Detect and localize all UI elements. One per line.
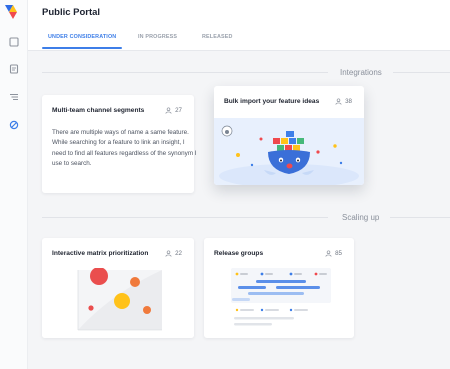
vote-number: 85: [335, 250, 342, 257]
productboard-logo-icon[interactable]: [5, 5, 21, 19]
whale-container-ship-illustration: [214, 118, 364, 185]
whale-illustration-svg: [219, 125, 359, 185]
bubble-matrix-svg: [77, 268, 162, 331]
section-label-integrations: Integrations: [340, 68, 382, 77]
vote-count[interactable]: 22: [165, 250, 182, 257]
card-title: Release groups: [214, 250, 264, 257]
feature-card[interactable]: Interactive matrix prioritization 22: [42, 238, 194, 338]
portal-icon[interactable]: [7, 118, 21, 132]
list-icon[interactable]: [7, 90, 21, 104]
feature-card[interactable]: Release groups 85: [204, 238, 354, 338]
header: Public Portal UNDER CONSIDERATION IN PRO…: [28, 0, 450, 51]
sidebar: [0, 0, 28, 369]
active-tab-indicator: [42, 47, 122, 49]
card-title: Multi-team channel segments: [52, 107, 145, 114]
person-icon: [165, 107, 172, 114]
card-description: There are multiple ways of name a same f…: [52, 129, 197, 167]
vote-count[interactable]: 85: [325, 250, 342, 257]
card-title: Interactive matrix prioritization: [52, 250, 149, 257]
section-divider: [390, 217, 450, 218]
tab-under-consideration[interactable]: UNDER CONSIDERATION: [48, 34, 116, 40]
square-icon[interactable]: [7, 35, 21, 49]
feature-card[interactable]: Bulk import your feature ideas 38: [214, 86, 364, 185]
tab-released[interactable]: RELEASED: [202, 34, 233, 40]
person-icon: [165, 250, 172, 257]
feature-card[interactable]: Multi-team channel segments 27 There are…: [42, 95, 197, 193]
card-title: Bulk import your feature ideas: [224, 98, 320, 105]
person-icon: [335, 98, 342, 105]
vote-number: 38: [345, 98, 352, 105]
document-icon[interactable]: [7, 62, 21, 76]
vote-count[interactable]: 27: [165, 107, 182, 114]
section-divider: [42, 217, 328, 218]
person-icon: [325, 250, 332, 257]
bubble-matrix-illustration: [42, 268, 194, 338]
vote-count[interactable]: 38: [335, 98, 352, 105]
vote-number: 22: [175, 250, 182, 257]
tab-in-progress[interactable]: IN PROGRESS: [138, 34, 177, 40]
section-divider: [393, 72, 450, 73]
gantt-roadmap-svg: [231, 268, 331, 326]
vote-number: 27: [175, 107, 182, 114]
gantt-roadmap-illustration: [204, 268, 354, 338]
page-title: Public Portal: [42, 7, 101, 18]
section-divider: [42, 72, 328, 73]
section-label-scaling-up: Scaling up: [342, 213, 380, 222]
